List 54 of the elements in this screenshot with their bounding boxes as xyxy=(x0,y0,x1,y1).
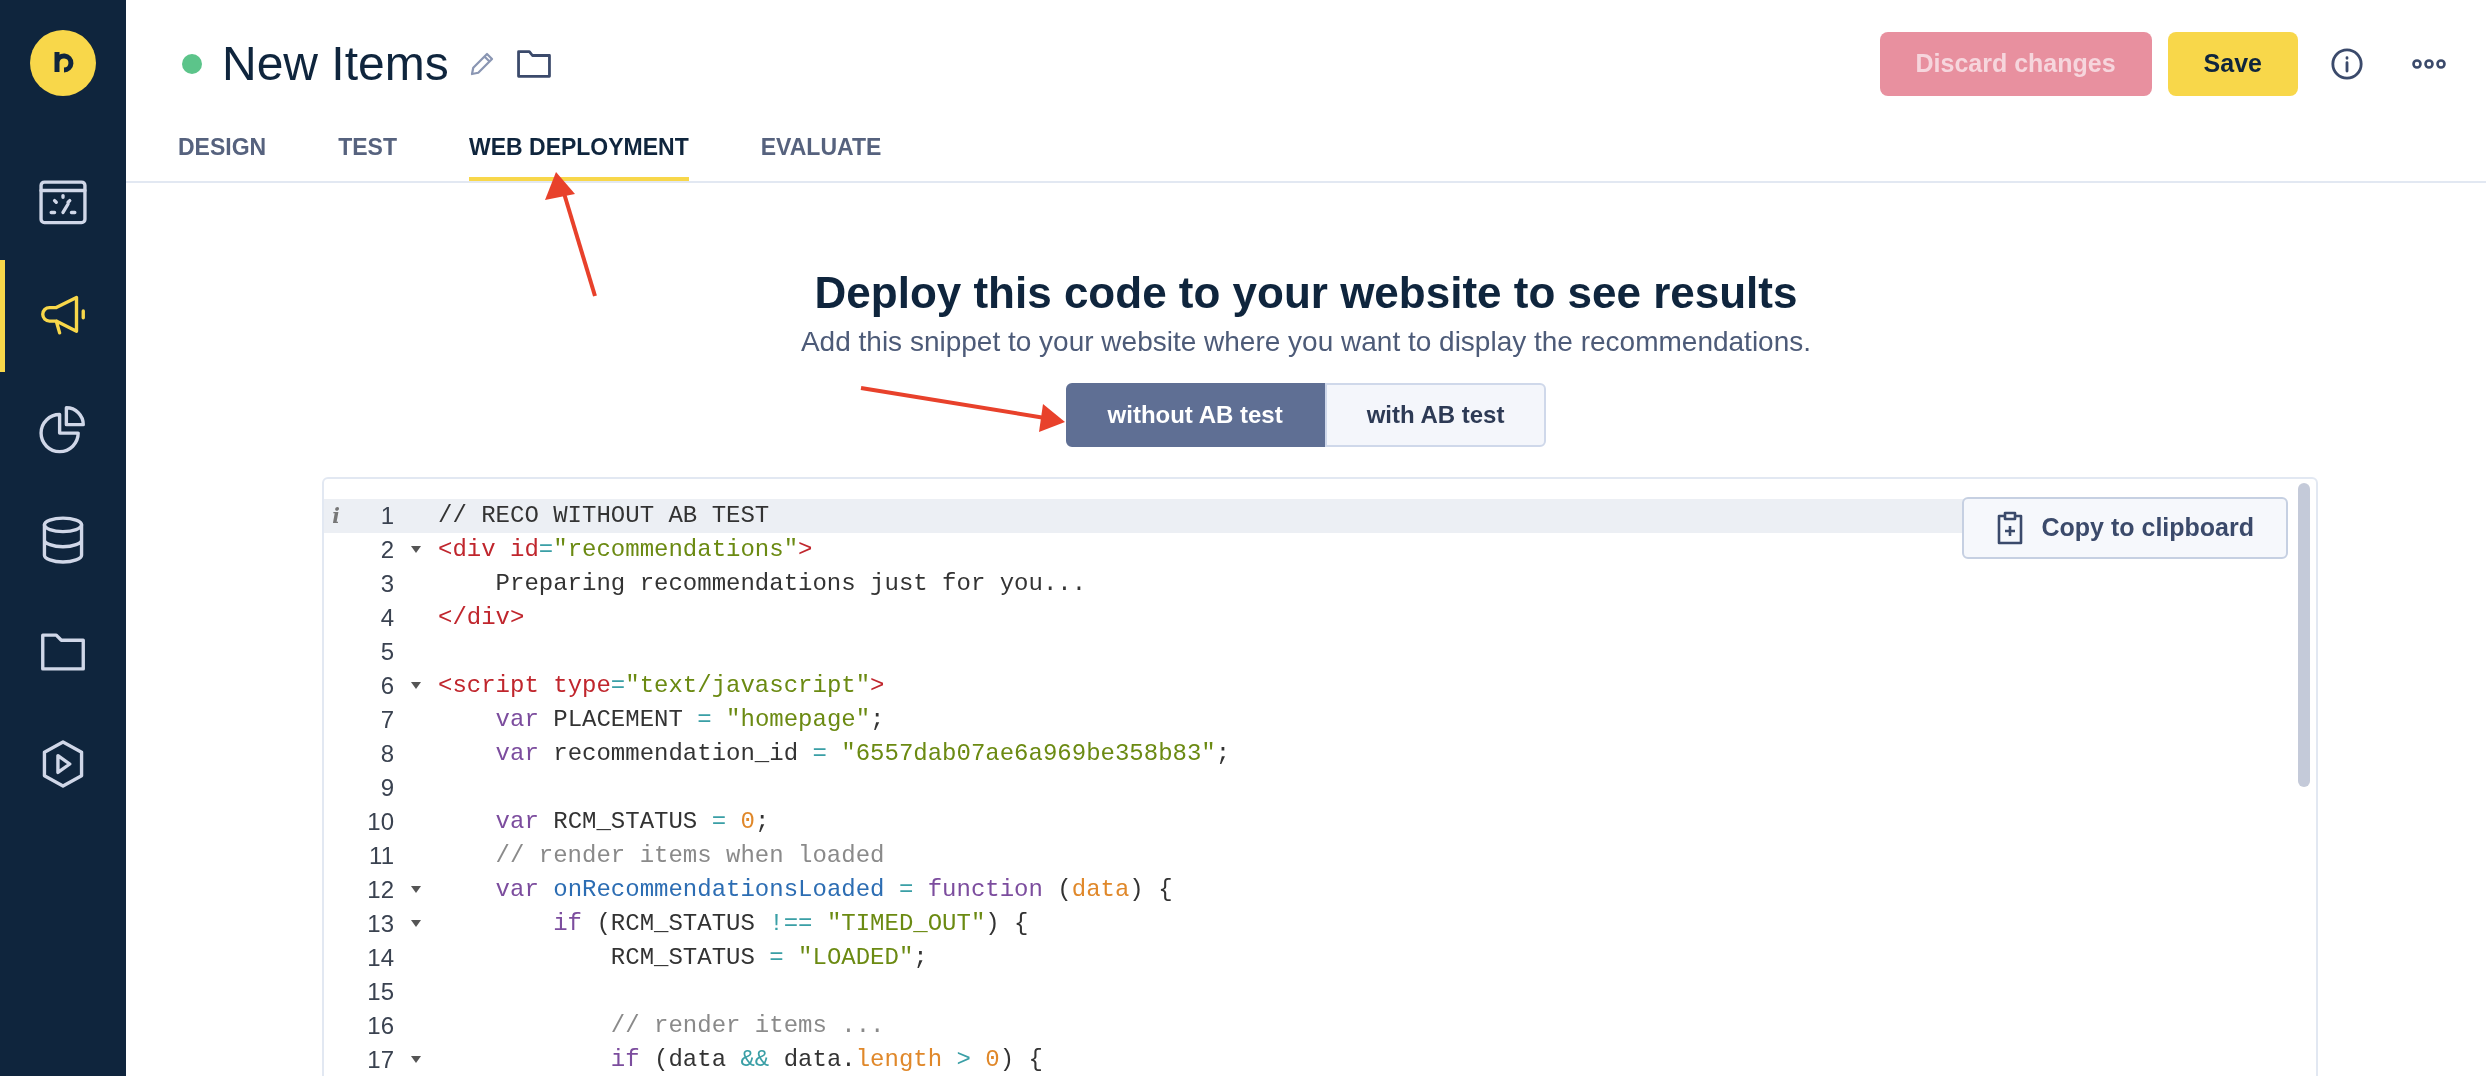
save-button[interactable]: Save xyxy=(2167,32,2298,96)
toggle-option[interactable]: without AB test xyxy=(1065,382,1325,447)
line-number: 11 xyxy=(368,840,394,871)
line-number: 8 xyxy=(379,738,394,769)
code-line: var RCM_STATUS = 0; xyxy=(494,806,770,837)
line-number: 13 xyxy=(366,908,394,939)
toggle-option[interactable]: with AB test xyxy=(1324,382,1547,447)
code-line: var recommendation_id = "6557dab07ae6a969be358b83"; xyxy=(494,738,1231,769)
deploy-subtitle: Add this snippet to your website where you want to display the recommendations. xyxy=(800,324,1812,359)
folder-icon[interactable] xyxy=(514,47,553,81)
line-number: 12 xyxy=(366,874,394,905)
code-line: // RECO WITHOUT AB TEST xyxy=(438,500,770,531)
tab[interactable]: DESIGN xyxy=(178,130,267,181)
clipboard-plus-icon xyxy=(1995,510,2024,545)
logo-icon[interactable] xyxy=(30,30,96,96)
code-line: </div> xyxy=(438,602,525,633)
code-line: if (RCM_STATUS !== "TIMED_OUT") { xyxy=(552,908,1029,939)
deploy-heading: Deploy this code to your website to see results xyxy=(814,266,1798,319)
line-number: 16 xyxy=(366,1010,394,1041)
line-number: 7 xyxy=(379,704,394,735)
line-number: 14 xyxy=(366,942,394,973)
code-line: // render items ... xyxy=(609,1010,885,1041)
code-line: if (data && data.length > 0) { xyxy=(609,1044,1043,1075)
tab[interactable]: EVALUATE xyxy=(760,130,882,181)
line-number: 9 xyxy=(379,772,394,803)
fold-caret-icon[interactable] xyxy=(411,886,421,893)
fold-caret-icon[interactable] xyxy=(411,1056,421,1063)
line-number: 3 xyxy=(379,568,394,599)
more-options-icon[interactable] xyxy=(2412,57,2446,71)
fold-caret-icon[interactable] xyxy=(411,682,421,689)
fold-caret-icon[interactable] xyxy=(411,920,421,927)
line-number: 2 xyxy=(379,534,394,565)
code-line: var onRecommendationsLoaded = function (data) { xyxy=(494,874,1173,905)
line-number: 10 xyxy=(366,806,394,837)
code-line: Preparing recommendations just for you... xyxy=(494,568,1087,599)
line-number: 1 xyxy=(379,500,394,531)
line-number: 4 xyxy=(379,602,394,633)
fold-caret-icon[interactable] xyxy=(411,546,421,553)
code-line: RCM_STATUS = "LOADED"; xyxy=(609,942,928,973)
line-number: 6 xyxy=(379,670,394,701)
code-line: var PLACEMENT = "homepage"; xyxy=(494,704,885,735)
tab[interactable]: WEB DEPLOYMENT xyxy=(468,130,689,181)
page-title: New Items xyxy=(222,36,449,92)
code-line: // render items when loaded xyxy=(494,840,885,871)
tab[interactable]: TEST xyxy=(338,130,397,181)
line-number: 17 xyxy=(366,1044,394,1075)
scrollbar-thumb[interactable] xyxy=(2298,482,2310,787)
code-line: <div id="recommendations"> xyxy=(438,534,813,565)
info-marker: i xyxy=(332,505,340,526)
code-line: <script type="text/javascript"> xyxy=(438,670,885,701)
line-number: 5 xyxy=(379,636,394,667)
line-number: 15 xyxy=(366,976,394,1007)
info-icon[interactable] xyxy=(2330,47,2364,81)
copy-to-clipboard-button[interactable]: Copy to clipboard xyxy=(1961,496,2288,559)
